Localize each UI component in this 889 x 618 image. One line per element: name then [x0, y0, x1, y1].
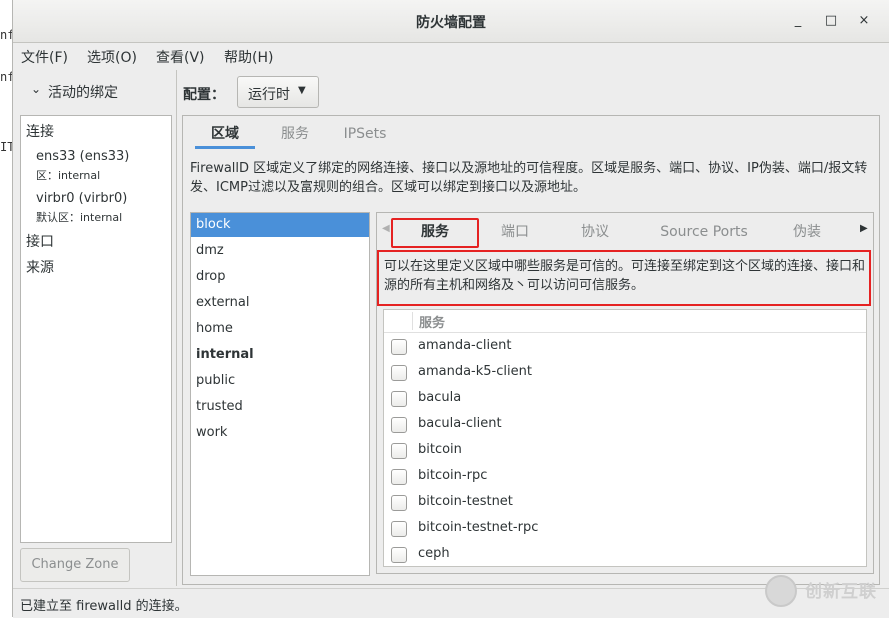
caret-down-icon: ▼: [298, 85, 306, 96]
services-column-title: 服务: [419, 316, 446, 331]
background-terminal: nfig nf IT: [0, 0, 12, 617]
service-name: bitcoin-testnet: [418, 494, 513, 509]
service-name: amanda-k5-client: [418, 364, 532, 379]
service-name: bitcoin-rpc: [418, 468, 488, 483]
sources-label: 来源: [26, 260, 54, 276]
status-bar: 已建立至 firewalld 的连接。: [13, 588, 889, 618]
minimize-button[interactable]: _: [788, 11, 808, 31]
interfaces-label: 接口: [26, 234, 54, 250]
tab-zones[interactable]: 区域: [195, 119, 255, 149]
config-dropdown[interactable]: 运行时 ▼: [237, 76, 319, 108]
subtab-ports[interactable]: 端口: [485, 217, 545, 247]
connection-name[interactable]: virbr0 (virbr0): [36, 191, 127, 206]
service-checkbox[interactable]: [391, 521, 407, 537]
menu-options[interactable]: 选项(O): [87, 47, 137, 67]
zone-item[interactable]: trusted: [191, 395, 369, 419]
active-bindings-panel: 连接 ens33 (ens33) 区：internal virbr0 (virb…: [20, 115, 172, 543]
terminal-line: nfig: [0, 28, 12, 42]
service-checkbox[interactable]: [391, 417, 407, 433]
maximize-button[interactable]: □: [821, 11, 841, 31]
terminal-line: nf: [0, 70, 12, 84]
service-checkbox[interactable]: [391, 469, 407, 485]
zone-list: block dmz drop external home internal pu…: [190, 212, 370, 576]
service-checkbox[interactable]: [391, 547, 407, 563]
service-checkbox[interactable]: [391, 365, 407, 381]
service-checkbox[interactable]: [391, 391, 407, 407]
service-checkbox[interactable]: [391, 495, 407, 511]
chevron-down-icon: ⌄: [31, 82, 42, 96]
column-divider: [412, 312, 413, 330]
terminal-line: IT: [0, 140, 12, 154]
service-name: bacula-client: [418, 416, 502, 431]
service-row[interactable]: bitcoin-testnet: [384, 490, 866, 516]
services-list: 服务 amanda-client amanda-k5-client bacula…: [383, 309, 867, 567]
service-row[interactable]: bitcoin-testnet-rpc: [384, 516, 866, 542]
service-row[interactable]: bitcoin-rpc: [384, 464, 866, 490]
service-row[interactable]: bitcoin: [384, 438, 866, 464]
service-row[interactable]: bacula-client: [384, 412, 866, 438]
services-list-header[interactable]: 服务: [384, 310, 866, 333]
service-name: bitcoin-testnet-rpc: [418, 520, 539, 535]
service-checkbox[interactable]: [391, 443, 407, 459]
subtab-protocols[interactable]: 协议: [565, 217, 625, 247]
service-name: bitcoin: [418, 442, 462, 457]
zone-item[interactable]: internal: [191, 343, 369, 367]
firewall-config-window: 防火墙配置 _ □ × 文件(F) 选项(O) 查看(V) 帮助(H) ⌄ 活动…: [12, 0, 889, 618]
connections-label: 连接: [26, 124, 54, 140]
service-name: bacula: [418, 390, 462, 405]
change-zone-button[interactable]: Change Zone: [20, 548, 130, 582]
zone-item[interactable]: dmz: [191, 239, 369, 263]
service-row[interactable]: bacula: [384, 386, 866, 412]
watermark-logo: 创新互联: [765, 573, 889, 613]
zone-item[interactable]: drop: [191, 265, 369, 289]
zone-item[interactable]: block: [191, 213, 369, 237]
scroll-right-icon[interactable]: ▶: [860, 223, 868, 234]
menu-file[interactable]: 文件(F): [21, 47, 68, 67]
zone-item[interactable]: external: [191, 291, 369, 315]
service-name: amanda-client: [418, 338, 512, 353]
zone-item[interactable]: public: [191, 369, 369, 393]
service-checkbox[interactable]: [391, 339, 407, 355]
connection-zone: 区：internal: [36, 169, 101, 182]
tab-services[interactable]: 服务: [265, 119, 325, 149]
zones-description: FirewallD 区域定义了绑定的网络连接、接口以及源地址的可信程度。区域是服…: [190, 161, 868, 195]
zone-settings-notebook: ◀ 服务 端口 协议 Source Ports 伪装 ▶ 可以在这里定义区域中哪…: [376, 212, 874, 574]
watermark-text: 创新互联: [805, 582, 877, 602]
active-bindings-label: 活动的绑定: [48, 85, 118, 101]
window-title: 防火墙配置: [416, 15, 486, 31]
service-row[interactable]: amanda-client: [384, 334, 866, 360]
connection-zone: 默认区：internal: [36, 211, 123, 224]
main-tabbar: 区域 服务 IPSets: [189, 119, 873, 151]
menubar: 文件(F) 选项(O) 查看(V) 帮助(H): [13, 43, 889, 69]
service-row[interactable]: amanda-k5-client: [384, 360, 866, 386]
close-button[interactable]: ×: [854, 11, 874, 31]
title-bar[interactable]: 防火墙配置 _ □ ×: [13, 0, 889, 43]
main-notebook: 区域 服务 IPSets FirewallD 区域定义了绑定的网络连接、接口以及…: [182, 115, 880, 585]
subtab-source-ports[interactable]: Source Ports: [649, 217, 759, 247]
menu-help[interactable]: 帮助(H): [224, 47, 273, 67]
active-bindings-toggle[interactable]: ⌄ 活动的绑定: [21, 76, 176, 106]
zone-item[interactable]: home: [191, 317, 369, 341]
scroll-left-icon[interactable]: ◀: [382, 223, 390, 234]
zone-item[interactable]: work: [191, 421, 369, 445]
connection-name[interactable]: ens33 (ens33): [36, 149, 129, 164]
subtab-masquerade[interactable]: 伪装: [777, 217, 837, 247]
tab-ipsets[interactable]: IPSets: [335, 119, 395, 149]
watermark-logo-icon: [765, 575, 797, 607]
menu-view[interactable]: 查看(V): [156, 47, 205, 67]
pane-divider[interactable]: [176, 70, 177, 586]
config-label: 配置：: [183, 87, 225, 103]
highlight-box-services-tab: [391, 218, 479, 248]
status-text: 已建立至 firewalld 的连接。: [20, 599, 188, 614]
services-description: 可以在这里定义区域中哪些服务是可信的。可连接至绑定到这个区域的连接、接口和源的所…: [384, 259, 866, 293]
config-value: 运行时: [248, 87, 290, 103]
service-row[interactable]: ceph: [384, 542, 866, 566]
service-name: ceph: [418, 546, 450, 561]
